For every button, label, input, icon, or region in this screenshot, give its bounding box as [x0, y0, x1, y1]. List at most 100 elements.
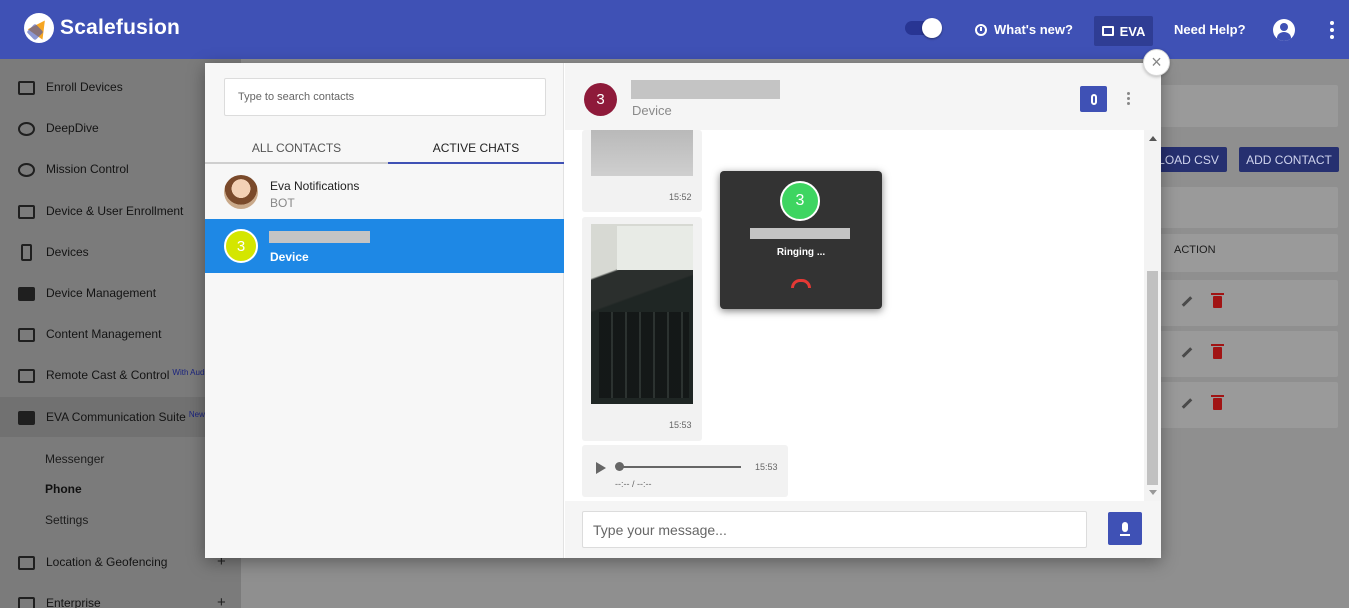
delete-icon[interactable] [1211, 293, 1224, 308]
sidebar-item-label: Location & Geofencing [46, 555, 168, 569]
contacts-panel: ALL CONTACTS ACTIVE CHATS Eva Notificati… [205, 63, 564, 558]
message-input[interactable] [583, 512, 1086, 547]
sidebar-item-label: DeepDive [46, 121, 99, 135]
sidebar-item-label: Remote Cast & Control With Audio [46, 368, 211, 382]
contact-subtitle: BOT [270, 196, 295, 210]
scroll-down-arrow-icon[interactable] [1149, 490, 1157, 495]
more-menu-icon[interactable] [1330, 21, 1334, 39]
enterprise-icon [18, 597, 35, 608]
upload-csv-button[interactable]: LOAD CSV [1150, 147, 1227, 172]
theme-toggle[interactable] [905, 18, 942, 38]
message-list[interactable]: 15:52 15:53 15:53 --:-- / --:-- 3 Ringin… [565, 130, 1161, 501]
sidebar-item-label: Enterprise [46, 596, 101, 608]
image-message[interactable]: 15:53 [582, 217, 702, 441]
hangup-icon[interactable] [791, 279, 811, 288]
contact-name: Eva Notifications [270, 179, 360, 193]
sidebar-item-enterprise[interactable]: Enterprise + [0, 583, 241, 608]
sidebar-item-label: Devices [46, 245, 89, 259]
contact-item-device[interactable]: 3 Device [205, 219, 564, 273]
phone-icon [21, 244, 32, 261]
contact-search-box [224, 78, 546, 116]
sidebar-item-label: Device & User Enrollment [46, 204, 184, 218]
sidebar-subitem-phone[interactable]: Phone [45, 482, 82, 496]
expand-plus-icon[interactable]: + [217, 594, 226, 608]
scroll-thumb[interactable] [1147, 271, 1158, 485]
eva-button[interactable]: EVA [1094, 16, 1153, 46]
folder-icon [18, 328, 35, 342]
add-contact-button[interactable]: ADD CONTACT [1239, 147, 1339, 172]
call-avatar: 3 [780, 181, 820, 221]
attach-button[interactable] [1080, 86, 1107, 112]
redacted-chat-title [631, 80, 780, 99]
scalefusion-logo-icon [24, 13, 54, 43]
message-time: 15:52 [669, 192, 692, 202]
message-input-box [582, 511, 1087, 548]
whats-new-link[interactable]: What's new? [975, 22, 1073, 37]
message-time: 15:53 [755, 462, 778, 472]
remote-cast-label: Remote Cast & Control [46, 368, 170, 382]
contact-tabs: ALL CONTACTS ACTIVE CHATS [205, 134, 564, 164]
mission-control-icon [18, 163, 35, 177]
briefcase-icon [18, 287, 35, 301]
eva-suite-label: EVA Communication Suite [46, 410, 186, 424]
close-modal-button[interactable]: × [1143, 49, 1170, 76]
sidebar-item-label: Content Management [46, 327, 162, 341]
new-badge: New [188, 410, 205, 419]
chat-icon [18, 411, 35, 425]
audio-message: 15:53 --:-- / --:-- [582, 445, 788, 497]
contact-avatar: 3 [224, 229, 258, 263]
voice-record-button[interactable] [1108, 512, 1142, 545]
photo-keyboard-area [599, 312, 689, 398]
play-icon[interactable] [596, 462, 606, 474]
sidebar-item-label: Enroll Devices [46, 80, 123, 94]
cast-icon [18, 369, 35, 383]
clock-icon [975, 23, 987, 36]
contact-item-eva-notifications[interactable]: Eva Notifications BOT [205, 165, 564, 219]
chat-contact-avatar: 3 [584, 83, 617, 116]
enroll-icon [18, 81, 35, 95]
contact-search-input[interactable] [225, 79, 545, 115]
sidebar-item-label: Device Management [46, 286, 157, 300]
photo-screen-area [617, 226, 693, 270]
message-composer [565, 501, 1161, 558]
tab-all-contacts[interactable]: ALL CONTACTS [205, 134, 388, 164]
audio-progress-knob[interactable] [615, 462, 624, 471]
message-scrollbar[interactable] [1144, 130, 1161, 501]
brand-name: Scalefusion [60, 16, 181, 39]
chat-icon [1101, 26, 1114, 36]
scroll-up-arrow-icon[interactable] [1149, 136, 1157, 141]
chat-more-icon[interactable] [1127, 92, 1130, 105]
sidebar-item-label: Mission Control [46, 162, 129, 176]
delete-icon[interactable] [1211, 395, 1224, 410]
top-bar: Scalefusion What's new? EVA Need Help? [0, 0, 1349, 59]
table-row [1148, 331, 1338, 377]
image-thumbnail[interactable] [591, 130, 693, 176]
audio-progress-track[interactable] [620, 466, 741, 468]
action-column-header: ACTION [1174, 244, 1216, 256]
image-message[interactable]: 15:52 [582, 130, 702, 212]
brand-logo[interactable]: Scalefusion [24, 13, 180, 43]
delete-icon[interactable] [1211, 344, 1224, 359]
call-popup: 3 Ringing ... [720, 171, 882, 309]
deepdive-icon [18, 122, 35, 136]
sidebar-subitem-messenger[interactable]: Messenger [45, 452, 104, 466]
sidebar-item-label: EVA Communication Suite New [46, 410, 205, 424]
messenger-modal: ALL CONTACTS ACTIVE CHATS Eva Notificati… [205, 63, 1161, 558]
table-row [1148, 280, 1338, 326]
account-icon[interactable] [1273, 19, 1295, 41]
tab-active-chats[interactable]: ACTIVE CHATS [388, 134, 564, 164]
toggle-knob [922, 18, 942, 38]
whats-new-label: What's new? [994, 22, 1073, 37]
sidebar-subitem-settings[interactable]: Settings [45, 513, 88, 527]
bg-filter-card [1148, 187, 1338, 228]
call-status: Ringing ... [776, 247, 826, 258]
map-icon [18, 556, 35, 570]
laptop-photo-thumbnail[interactable] [591, 224, 693, 404]
eva-label: EVA [1119, 23, 1146, 39]
paperclip-icon [1090, 93, 1097, 105]
need-help-link[interactable]: Need Help? [1174, 22, 1246, 37]
bg-search-card [1148, 85, 1338, 127]
contact-subtitle: Device [270, 250, 309, 264]
redacted-caller-name [750, 228, 850, 239]
audio-duration: --:-- / --:-- [615, 479, 652, 489]
